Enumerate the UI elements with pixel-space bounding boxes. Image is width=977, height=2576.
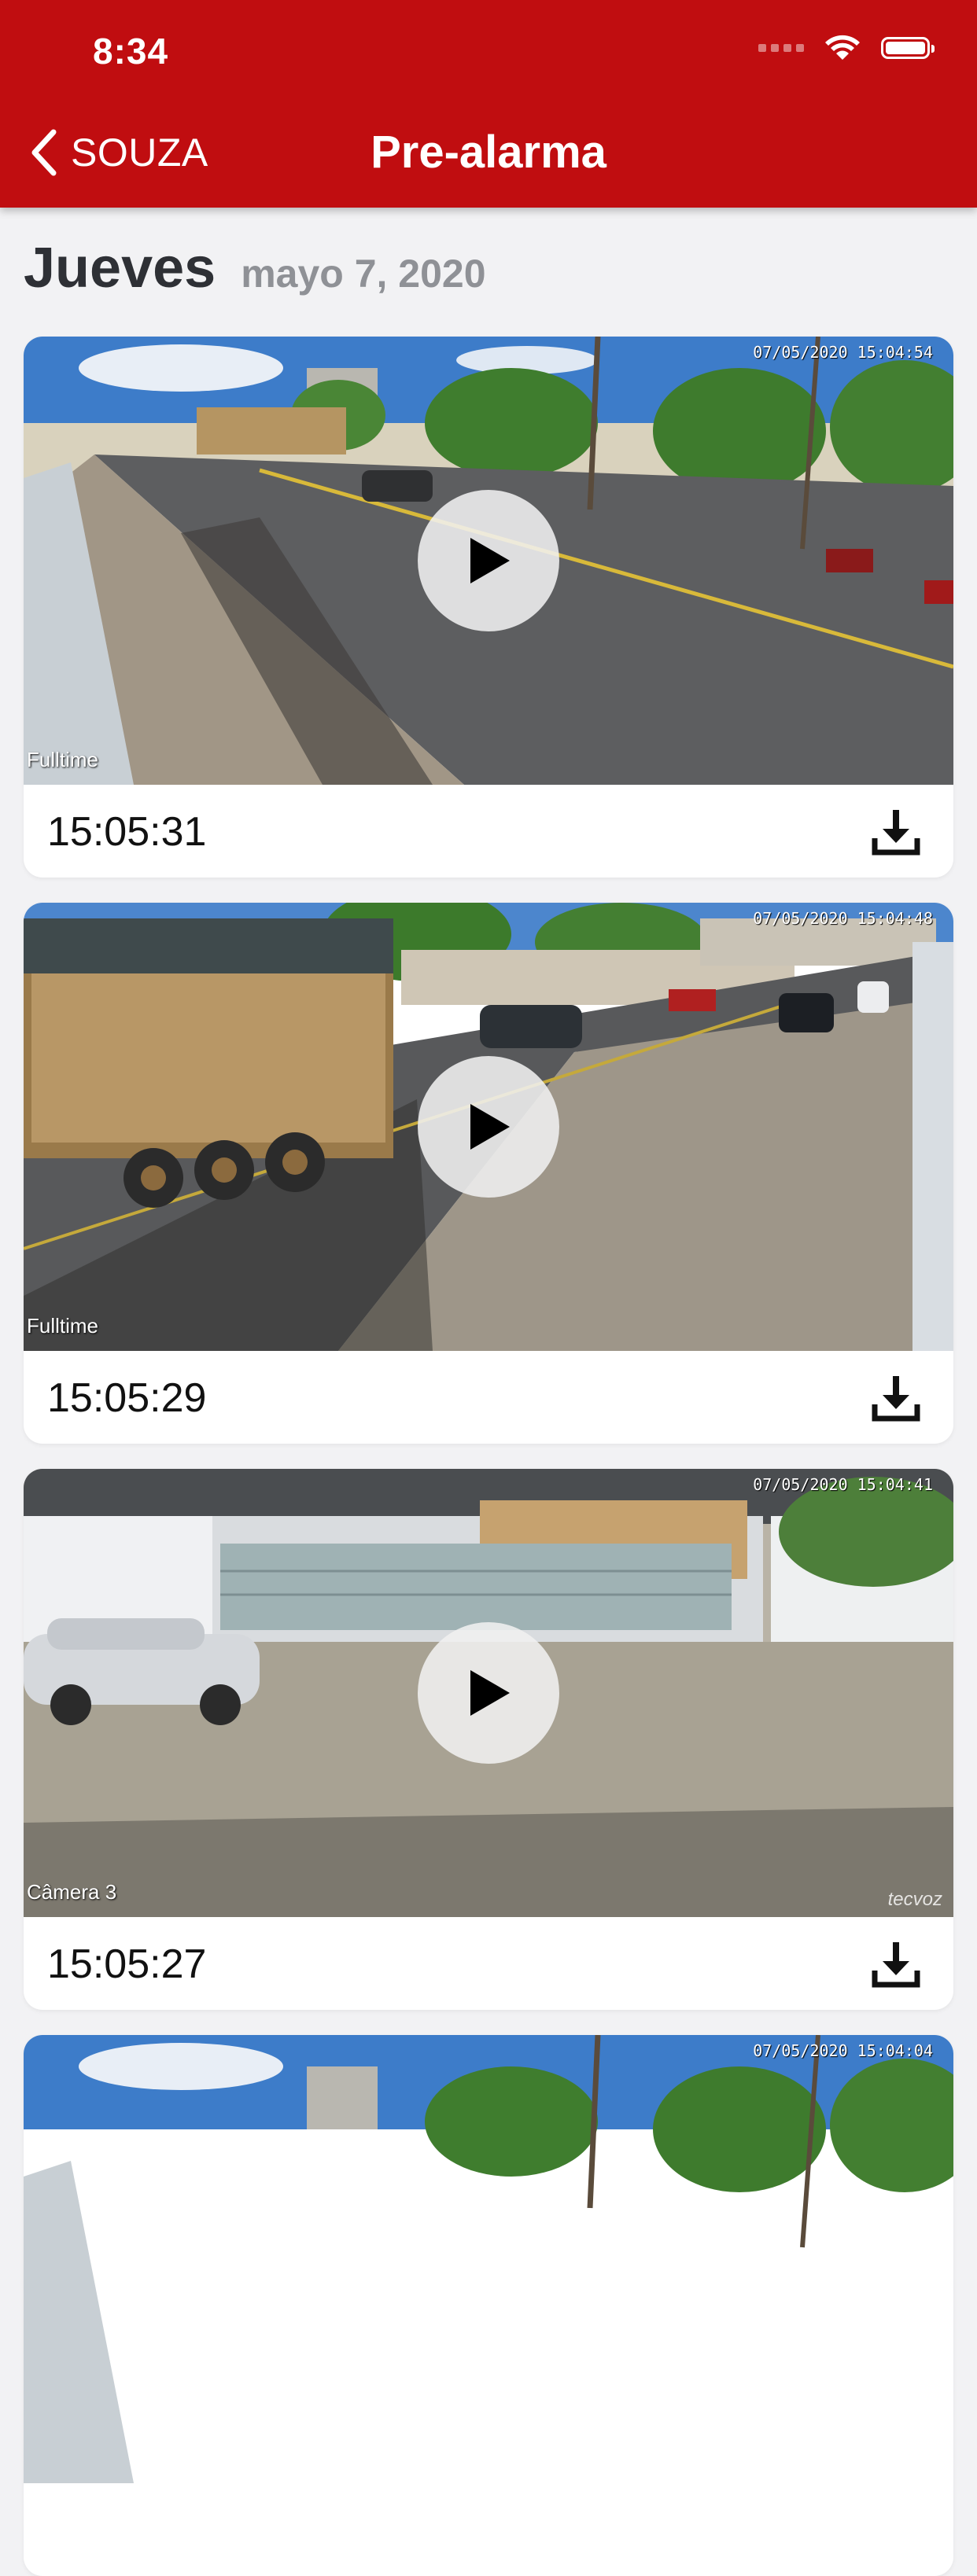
play-icon — [470, 1670, 510, 1716]
status-icons — [758, 35, 935, 61]
overlay-timestamp: 07/05/2020 15:04:41 — [753, 1475, 933, 1494]
download-button[interactable] — [872, 807, 920, 859]
play-button[interactable] — [418, 1056, 559, 1198]
camera-label: Fulltime — [27, 748, 99, 771]
street-scene-image — [24, 2035, 953, 2483]
clip-card[interactable]: 07/05/2020 15:04:54 Fulltime 15:05:31 — [24, 337, 953, 878]
clip-footer: 15:05:27 — [24, 1917, 953, 2010]
download-button[interactable] — [872, 1939, 920, 1992]
page-title: Pre-alarma — [371, 127, 606, 178]
wifi-icon — [825, 35, 860, 60]
download-icon — [872, 810, 920, 856]
download-icon — [872, 1376, 920, 1422]
video-thumbnail[interactable]: 07/05/2020 15:04:04 — [24, 2035, 953, 2483]
video-thumbnail[interactable]: 07/05/2020 15:04:41 Câmera 3 tecvoz — [24, 1469, 953, 1917]
clip-footer: 15:05:29 — [24, 1351, 953, 1444]
video-thumbnail[interactable]: 07/05/2020 15:04:48 Fulltime — [24, 903, 953, 1351]
cellular-signal-icon — [758, 44, 804, 52]
clip-card[interactable]: 07/05/2020 15:04:04 — [24, 2035, 953, 2576]
download-button[interactable] — [872, 1373, 920, 1426]
section-day: Jueves — [24, 237, 216, 300]
play-icon — [470, 538, 510, 583]
clip-time: 15:05:29 — [47, 1375, 207, 1421]
play-button[interactable] — [418, 1622, 559, 1764]
clip-card[interactable]: 07/05/2020 15:04:48 Fulltime 15:05:29 — [24, 903, 953, 1444]
clip-card[interactable]: 07/05/2020 15:04:41 Câmera 3 tecvoz 15:0… — [24, 1469, 953, 2010]
play-button[interactable] — [418, 490, 559, 631]
clip-footer: 15:05:31 — [24, 785, 953, 878]
video-thumbnail[interactable]: 07/05/2020 15:04:54 Fulltime — [24, 337, 953, 785]
overlay-timestamp: 07/05/2020 15:04:54 — [753, 343, 933, 362]
watermark: tecvoz — [887, 1889, 942, 1910]
section-header: Jueves mayo 7, 2020 — [24, 236, 486, 300]
clip-time: 15:05:31 — [47, 809, 207, 855]
clip-time: 15:05:27 — [47, 1941, 207, 1987]
battery-icon — [881, 37, 935, 59]
section-date: mayo 7, 2020 — [241, 252, 486, 296]
status-time: 8:34 — [93, 31, 169, 72]
nav-bar: 8:34 SOUZA Pre-alarma — [0, 0, 977, 208]
overlay-timestamp: 07/05/2020 15:04:48 — [753, 909, 933, 928]
download-icon — [872, 1942, 920, 1988]
play-icon — [470, 1104, 510, 1150]
overlay-timestamp: 07/05/2020 15:04:04 — [753, 2041, 933, 2060]
camera-label: Fulltime — [27, 1314, 99, 1338]
camera-label: Câmera 3 — [27, 1880, 117, 1904]
